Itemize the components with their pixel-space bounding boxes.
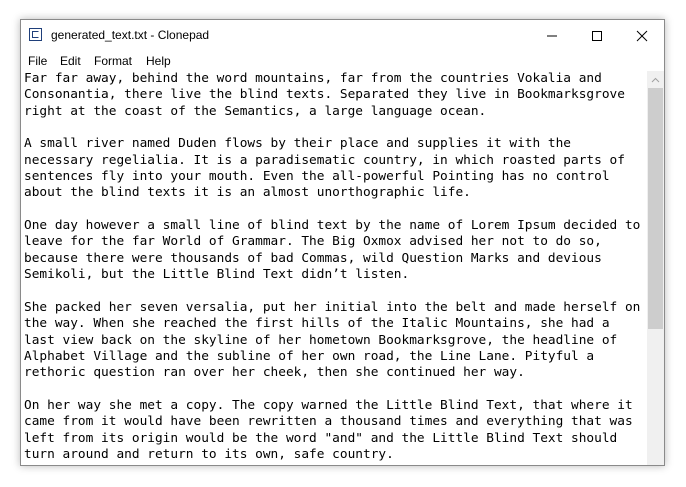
text-editor[interactable]: Far far away, behind the word mountains,… xyxy=(21,71,647,465)
menu-edit[interactable]: Edit xyxy=(60,54,81,68)
clonepad-app-icon[interactable] xyxy=(29,28,42,41)
scrollbar-thumb[interactable] xyxy=(648,88,663,329)
minimize-button[interactable] xyxy=(529,20,575,51)
chevron-up-icon xyxy=(651,77,660,82)
window-title: generated_text.txt - Clonepad xyxy=(51,28,210,42)
close-icon xyxy=(636,30,648,41)
close-button[interactable] xyxy=(619,20,664,51)
title-bar[interactable]: generated_text.txt - Clonepad xyxy=(21,20,664,51)
app-window: generated_text.txt - Clonepad File Edit … xyxy=(20,19,665,466)
menu-file[interactable]: File xyxy=(28,54,47,68)
maximize-button[interactable] xyxy=(574,20,620,51)
maximize-icon xyxy=(592,30,602,41)
menu-bar: File Edit Format Help xyxy=(21,51,664,71)
menu-help[interactable]: Help xyxy=(146,54,171,68)
minimize-icon xyxy=(547,35,557,36)
scroll-up-button[interactable] xyxy=(647,71,664,88)
editor-content[interactable]: Far far away, behind the word mountains,… xyxy=(24,71,640,463)
menu-format[interactable]: Format xyxy=(94,54,132,68)
vertical-scrollbar[interactable] xyxy=(647,71,664,465)
